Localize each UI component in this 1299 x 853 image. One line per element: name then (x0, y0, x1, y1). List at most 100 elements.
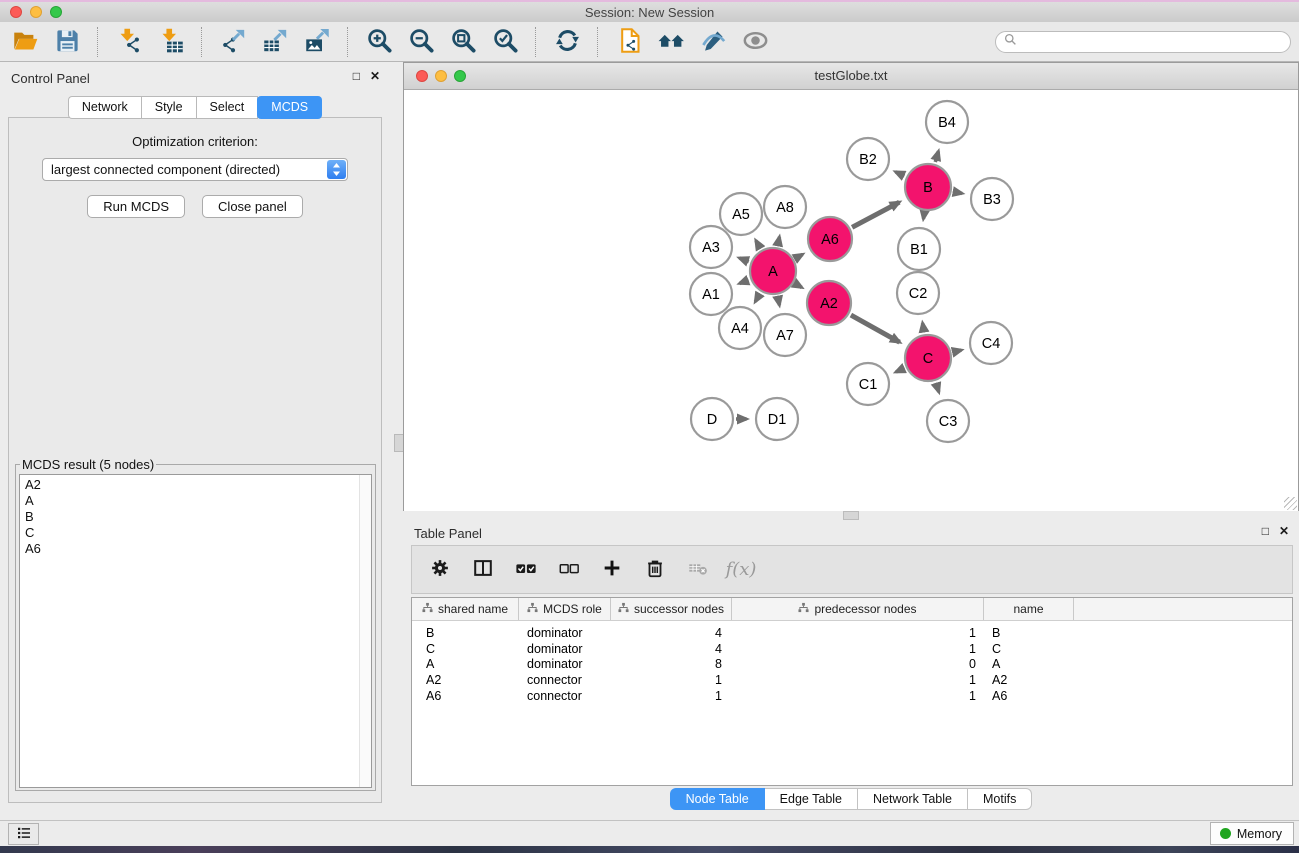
mcds-result-item[interactable]: C (25, 525, 366, 541)
export-table-button[interactable] (254, 25, 296, 59)
table-cell[interactable]: 1 (732, 626, 984, 640)
graph-node-A3[interactable]: A3 (690, 226, 732, 268)
hide-graphics-details-button[interactable] (692, 25, 734, 59)
graph-edge-B-B3[interactable] (954, 192, 962, 194)
import-table-button[interactable] (150, 25, 192, 59)
table-cell[interactable]: A (984, 657, 1074, 671)
column-header-mcds-role[interactable]: MCDS role (519, 598, 611, 620)
tab-edge-table[interactable]: Edge Table (765, 788, 858, 810)
column-layout-button[interactable] (469, 555, 497, 585)
graph-edge-C-C2[interactable] (923, 323, 924, 332)
mcds-result-list[interactable]: A2ABCA6 (19, 474, 372, 788)
export-image-button[interactable] (296, 25, 338, 59)
graph-node-A[interactable]: A (750, 248, 796, 294)
table-cell[interactable]: dominator (519, 657, 611, 671)
run-mcds-button[interactable]: Run MCDS (87, 195, 185, 218)
tab-network[interactable]: Network (68, 96, 141, 119)
export-network-button[interactable] (212, 25, 254, 59)
close-table-panel-icon[interactable]: ✕ (1279, 524, 1289, 538)
graph-edge-A2-C[interactable] (851, 315, 900, 342)
graph-edge-A-A6[interactable] (796, 254, 803, 258)
graph-node-C4[interactable]: C4 (970, 322, 1012, 364)
tab-select[interactable]: Select (196, 96, 259, 119)
graph-edge-A-A4[interactable] (755, 294, 760, 302)
table-cell[interactable]: 0 (732, 657, 984, 671)
graph-edge-A-A3[interactable] (739, 258, 748, 262)
network-file-button[interactable] (608, 25, 650, 59)
float-table-panel-icon[interactable]: □ (1262, 524, 1269, 538)
home-view-button[interactable] (650, 25, 692, 59)
table-cell[interactable]: A (412, 657, 519, 671)
refresh-view-button[interactable] (546, 25, 588, 59)
table-cell[interactable]: 1 (732, 642, 984, 656)
graph-node-A1[interactable]: A1 (690, 273, 732, 315)
window-titlebar[interactable]: Session: New Session (0, 2, 1299, 22)
graph-node-B4[interactable]: B4 (926, 101, 968, 143)
graph-edge-B-B1[interactable] (923, 213, 924, 219)
graph-node-C2[interactable]: C2 (897, 272, 939, 314)
graph-node-C[interactable]: C (905, 335, 951, 381)
graph-edge-A-A7[interactable] (778, 297, 780, 305)
network-close-button[interactable] (416, 70, 428, 82)
graph-node-D1[interactable]: D1 (756, 398, 798, 440)
table-cell[interactable]: A6 (984, 689, 1074, 703)
search-input[interactable] (1022, 34, 1290, 50)
delete-column-button[interactable] (641, 555, 669, 585)
mcds-result-item[interactable]: A2 (25, 477, 366, 493)
mcds-result-item[interactable]: B (25, 509, 366, 525)
table-row[interactable]: A2connector11A2 (412, 672, 1292, 688)
graph-edge-B-B4[interactable] (935, 151, 938, 162)
select-all-columns-button[interactable] (512, 555, 540, 585)
table-cell[interactable]: A2 (412, 673, 519, 687)
optimization-criterion-select[interactable]: largest connected component (directed) (42, 158, 348, 181)
show-graphics-details-button[interactable] (734, 25, 776, 59)
graph-node-B1[interactable]: B1 (898, 228, 940, 270)
tab-mcds[interactable]: MCDS (257, 96, 322, 119)
graph-node-C3[interactable]: C3 (927, 400, 969, 442)
table-cell[interactable]: C (984, 642, 1074, 656)
table-row[interactable]: Adominator80A (412, 657, 1292, 673)
graph-node-A8[interactable]: A8 (764, 186, 806, 228)
graph-node-D[interactable]: D (691, 398, 733, 440)
search-field[interactable] (995, 31, 1291, 53)
graph-node-B3[interactable]: B3 (971, 178, 1013, 220)
tab-node-table[interactable]: Node Table (670, 788, 765, 810)
table-cell[interactable]: connector (519, 673, 611, 687)
table-cell[interactable]: C (412, 642, 519, 656)
table-settings-button[interactable] (426, 555, 454, 585)
table-cell[interactable]: 1 (611, 673, 732, 687)
graph-edge-B-B2[interactable] (896, 172, 905, 176)
unselect-all-columns-button[interactable] (555, 555, 583, 585)
table-cell[interactable]: dominator (519, 626, 611, 640)
network-window-titlebar[interactable]: testGlobe.txt (404, 63, 1298, 90)
graph-node-A5[interactable]: A5 (720, 193, 762, 235)
tab-network-table[interactable]: Network Table (858, 788, 968, 810)
graph-node-A7[interactable]: A7 (764, 314, 806, 356)
table-cell[interactable]: 1 (732, 673, 984, 687)
table-cell[interactable]: 1 (732, 689, 984, 703)
mcds-result-item[interactable]: A6 (25, 541, 366, 557)
close-panel-button[interactable]: Close panel (202, 195, 303, 218)
table-cell[interactable]: B (412, 626, 519, 640)
graph-node-B2[interactable]: B2 (847, 138, 889, 180)
zoom-out-button[interactable] (400, 25, 442, 59)
save-session-button[interactable] (46, 25, 88, 59)
column-header-name[interactable]: name (984, 598, 1074, 620)
table-cell[interactable]: 4 (611, 642, 732, 656)
table-cell[interactable]: 4 (611, 626, 732, 640)
network-canvas[interactable]: AA1A2A3A4A5A6A7A8BB1B2B3B4CC1C2C3C4DD1 (404, 90, 1298, 511)
graph-edge-A-A1[interactable] (740, 280, 749, 283)
close-panel-icon[interactable]: ✕ (370, 69, 380, 83)
table-cell[interactable]: connector (519, 689, 611, 703)
zoom-selected-button[interactable] (484, 25, 526, 59)
table-cell[interactable]: 8 (611, 657, 732, 671)
column-header-predecessor-nodes[interactable]: predecessor nodes (732, 598, 984, 620)
table-row[interactable]: A6connector11A6 (412, 688, 1292, 704)
mcds-result-item[interactable]: A (25, 493, 366, 509)
graph-edge-C-C1[interactable] (896, 368, 904, 372)
network-maximize-button[interactable] (454, 70, 466, 82)
graph-node-C1[interactable]: C1 (847, 363, 889, 405)
table-row[interactable]: Cdominator41C (412, 641, 1292, 657)
network-minimize-button[interactable] (435, 70, 447, 82)
show-panels-list-button[interactable] (8, 823, 39, 845)
